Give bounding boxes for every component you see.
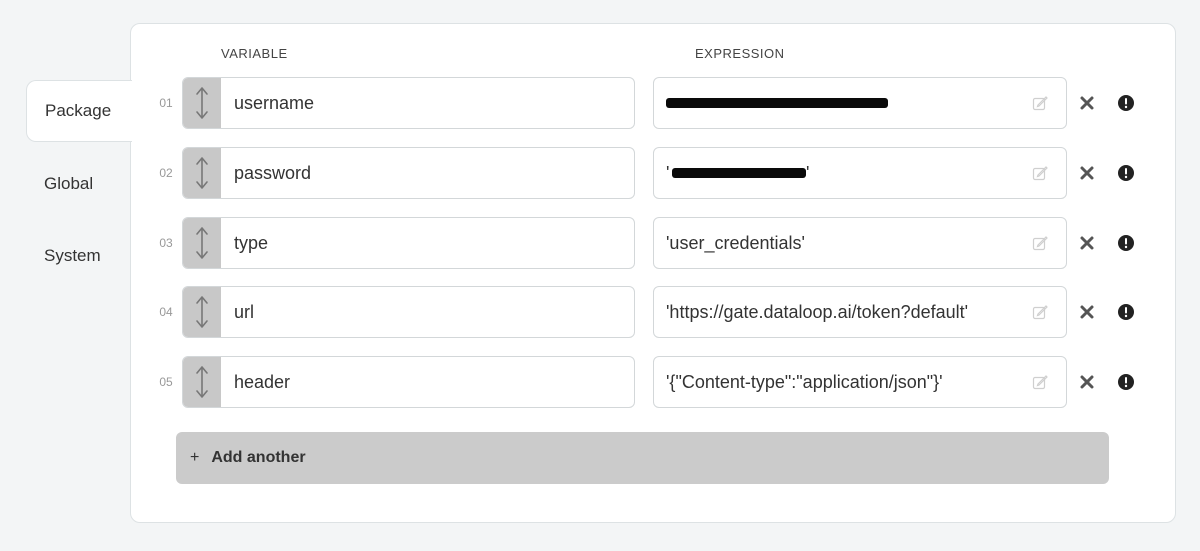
variable-row: 03 type 'user_credentials' xyxy=(150,217,1150,269)
variable-name-field[interactable]: password xyxy=(182,147,635,199)
redaction-bar xyxy=(666,98,888,108)
column-header-expression: EXPRESSION xyxy=(695,46,785,61)
tab-global[interactable]: Global xyxy=(26,153,132,215)
variable-name-field[interactable]: type xyxy=(182,217,635,269)
row-number: 05 xyxy=(159,375,173,389)
plus-icon: + xyxy=(190,449,200,466)
drag-handle[interactable] xyxy=(183,78,221,128)
close-x-icon[interactable] xyxy=(1078,373,1096,391)
exclamation-circle-icon[interactable] xyxy=(1117,94,1135,112)
row-number: 02 xyxy=(159,166,173,180)
variable-name: header xyxy=(234,372,291,392)
drag-vertical-arrows-icon xyxy=(196,366,208,398)
drag-handle[interactable] xyxy=(183,218,221,268)
edit-pencil-icon[interactable] xyxy=(1032,304,1048,320)
close-x-icon[interactable] xyxy=(1078,164,1096,182)
expression-field[interactable]: 'https://gate.dataloop.ai/token?default' xyxy=(653,286,1067,338)
drag-handle[interactable] xyxy=(183,148,221,198)
add-another-button[interactable]: + Add another xyxy=(176,432,1109,484)
column-header-variable: VARIABLE xyxy=(221,46,288,61)
row-number: 03 xyxy=(159,236,173,250)
redaction-bar xyxy=(672,168,806,178)
expression-value: '{"Content-type":"application/json"}' xyxy=(666,372,943,392)
variable-name-field[interactable]: header xyxy=(182,356,635,408)
variable-row: 04 url 'https://gate.dataloop.ai/token?d… xyxy=(150,286,1150,338)
exclamation-circle-icon[interactable] xyxy=(1117,234,1135,252)
variable-row: 01 username xyxy=(150,77,1150,129)
edit-pencil-icon[interactable] xyxy=(1032,235,1048,251)
expression-value: 'https://gate.dataloop.ai/token?default' xyxy=(666,302,969,322)
exclamation-circle-icon[interactable] xyxy=(1117,303,1135,321)
expression-field[interactable]: 'user_credentials' xyxy=(653,217,1067,269)
drag-handle[interactable] xyxy=(183,357,221,407)
tab-global-label: Global xyxy=(44,174,94,193)
close-x-icon[interactable] xyxy=(1078,303,1096,321)
variable-name: url xyxy=(234,302,255,322)
drag-handle[interactable] xyxy=(183,287,221,337)
variable-name-field[interactable]: username xyxy=(182,77,635,129)
variable-row: 02 password ' ' xyxy=(150,147,1150,199)
expression-field[interactable]: '{"Content-type":"application/json"}' xyxy=(653,356,1067,408)
expression-suffix: ' xyxy=(806,163,810,183)
exclamation-circle-icon[interactable] xyxy=(1117,164,1135,182)
edit-pencil-icon[interactable] xyxy=(1032,374,1048,390)
add-another-label: Add another xyxy=(211,449,306,466)
tab-system-label: System xyxy=(44,246,101,265)
expression-field[interactable] xyxy=(653,77,1067,129)
drag-vertical-arrows-icon xyxy=(196,227,208,259)
close-x-icon[interactable] xyxy=(1078,234,1096,252)
variable-row: 05 header '{"Content-type":"application/… xyxy=(150,356,1150,408)
drag-vertical-arrows-icon xyxy=(196,296,208,328)
edit-pencil-icon[interactable] xyxy=(1032,95,1048,111)
expression-value: 'user_credentials' xyxy=(666,233,805,253)
exclamation-circle-icon[interactable] xyxy=(1117,373,1135,391)
edit-pencil-icon[interactable] xyxy=(1032,165,1048,181)
drag-vertical-arrows-icon xyxy=(196,157,208,189)
close-x-icon[interactable] xyxy=(1078,94,1096,112)
tab-package[interactable]: Package xyxy=(26,80,132,142)
variable-name: password xyxy=(234,163,312,183)
row-number: 01 xyxy=(159,96,173,110)
expression-value: ' xyxy=(666,163,670,183)
variable-name: type xyxy=(234,233,269,253)
expression-field[interactable]: ' ' xyxy=(653,147,1067,199)
tab-package-label: Package xyxy=(45,101,112,120)
variable-name-field[interactable]: url xyxy=(182,286,635,338)
drag-vertical-arrows-icon xyxy=(196,87,208,119)
tab-system[interactable]: System xyxy=(26,225,132,287)
variable-name: username xyxy=(234,93,315,113)
row-number: 04 xyxy=(159,305,173,319)
